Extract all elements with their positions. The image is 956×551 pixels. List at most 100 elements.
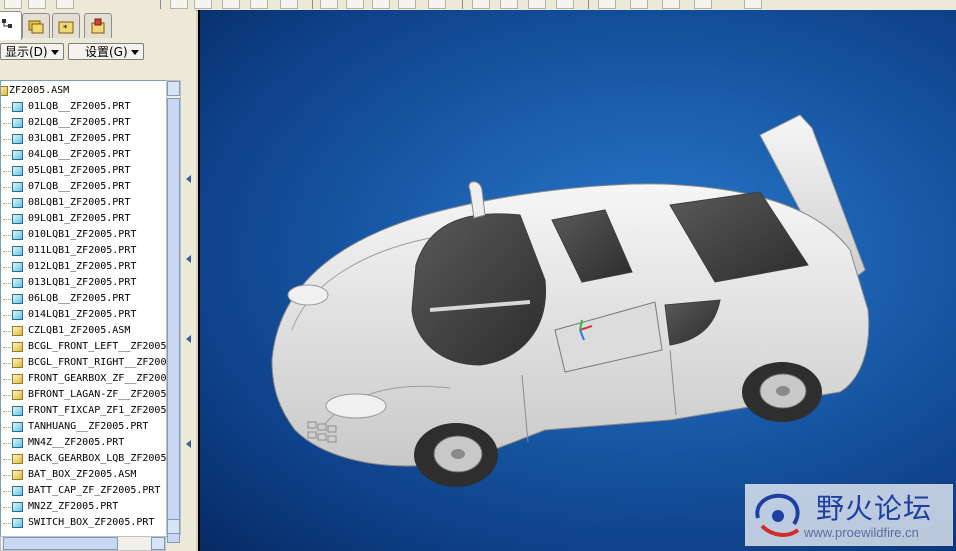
scroll-down-button[interactable] — [167, 519, 180, 534]
toolbar-button[interactable] — [4, 0, 22, 9]
tree-connector — [3, 459, 11, 460]
toolbar-button[interactable] — [250, 0, 268, 9]
tree-connector — [3, 331, 11, 332]
model-tree-icon — [2, 19, 12, 28]
tree-connector — [3, 395, 11, 396]
tree-item-label: SWITCH_BOX_ZF2005.PRT — [28, 517, 155, 528]
tree-item-label: 013LQB1_ZF2005.PRT — [28, 277, 137, 288]
part-icon — [12, 246, 23, 256]
part-icon — [12, 294, 23, 304]
assembly-icon — [12, 454, 23, 464]
toolbar-button[interactable] — [630, 0, 648, 9]
toolbar-button[interactable] — [222, 0, 240, 9]
tree-item-label: BATT_CAP_ZF_ZF2005.PRT — [28, 485, 161, 496]
forum-watermark: 野火论坛 www.proewildfire.cn — [745, 484, 953, 546]
toolbar-button[interactable] — [398, 0, 416, 9]
tree-connector — [3, 219, 11, 220]
part-icon — [12, 230, 23, 240]
forum-logo-icon — [755, 493, 800, 537]
tree-item-label: FRONT_GEARBOX_ZF__ZF200 — [28, 373, 167, 384]
chevron-left-icon — [186, 335, 191, 343]
settings-menu-button[interactable]: 设置(G) — [68, 43, 144, 60]
part-icon — [12, 198, 23, 208]
assembly-icon — [12, 470, 23, 480]
tree-connector — [3, 123, 11, 124]
part-icon — [12, 134, 23, 144]
toolbar-button[interactable] — [694, 0, 712, 9]
toolbar-button[interactable] — [28, 0, 46, 9]
toolbar-separator — [312, 0, 313, 9]
tree-item-label: BFRONT_LAGAN-ZF__ZF2005 — [28, 389, 167, 400]
tree-item-label: MN4Z__ZF2005.PRT — [28, 437, 125, 448]
tree-connector — [3, 443, 11, 444]
assembly-icon — [12, 326, 23, 336]
scroll-thumb[interactable] — [3, 537, 118, 550]
tree-connector — [3, 203, 11, 204]
toolbar-button[interactable] — [428, 0, 446, 9]
toolbar-button[interactable] — [598, 0, 616, 9]
toolbar-button[interactable] — [346, 0, 364, 9]
watermark-url: www.proewildfire.cn — [804, 525, 919, 540]
tab-favorites[interactable]: * — [52, 13, 80, 38]
connections-icon — [91, 18, 105, 34]
scroll-thumb[interactable] — [167, 98, 180, 543]
toolbar-button[interactable] — [372, 0, 390, 9]
part-icon — [12, 310, 23, 320]
tree-connector — [3, 363, 11, 364]
tree-horizontal-scrollbar[interactable] — [0, 536, 166, 551]
tree-connector — [3, 491, 11, 492]
toolbar-button[interactable] — [500, 0, 518, 9]
chevron-left-icon — [186, 175, 191, 183]
part-icon — [12, 422, 23, 432]
assembly-icon — [12, 342, 23, 352]
tree-item-label: 04LQB__ZF2005.PRT — [28, 149, 131, 160]
tree-connector — [3, 411, 11, 412]
toolbar-button[interactable] — [662, 0, 680, 9]
part-icon — [12, 278, 23, 288]
chevron-left-icon — [186, 440, 191, 448]
tab-model-tree[interactable] — [0, 11, 22, 40]
toolbar-button[interactable] — [280, 0, 298, 9]
toolbar-button[interactable] — [56, 0, 74, 9]
scroll-right-button[interactable] — [151, 537, 165, 550]
display-menu-button[interactable]: 显示(D) — [0, 43, 64, 60]
graphics-viewport[interactable] — [198, 10, 956, 551]
car-model[interactable] — [200, 10, 956, 551]
display-menu-label: 显示(D) — [5, 45, 48, 59]
toolbar-button[interactable] — [170, 0, 188, 9]
toolbar-button[interactable] — [472, 0, 490, 9]
part-icon — [12, 150, 23, 160]
part-icon — [12, 406, 23, 416]
part-icon — [12, 182, 23, 192]
toolbar-button[interactable] — [320, 0, 338, 9]
part-icon — [12, 502, 23, 512]
tree-item-label: 03LQB1_ZF2005.PRT — [28, 133, 131, 144]
tree-item-label: 09LQB1_ZF2005.PRT — [28, 213, 131, 224]
tree-item-label: 07LQB__ZF2005.PRT — [28, 181, 131, 192]
scroll-up-button[interactable] — [167, 81, 180, 96]
tree-vertical-scrollbar[interactable] — [166, 80, 181, 543]
tree-item-label: 06LQB__ZF2005.PRT — [28, 293, 131, 304]
part-icon — [12, 166, 23, 176]
toolbar-button[interactable] — [194, 0, 212, 9]
toolbar-separator — [462, 0, 463, 9]
panel-sash[interactable] — [183, 80, 195, 550]
tree-item-label: 011LQB1_ZF2005.PRT — [28, 245, 137, 256]
watermark-title: 野火论坛 — [816, 492, 933, 525]
model-tree: ZF2005.ASM 01LQB__ZF2005.PRT 02LQB__ZF200… — [0, 80, 168, 537]
svg-text:*: * — [63, 24, 68, 34]
toolbar-button[interactable] — [528, 0, 546, 9]
tree-connector — [3, 475, 11, 476]
part-icon — [12, 518, 23, 528]
tab-folder-browser[interactable] — [22, 13, 50, 38]
tree-item-label: MN2Z_ZF2005.PRT — [28, 501, 119, 512]
assembly-icon — [12, 374, 23, 384]
toolbar-separator — [160, 0, 161, 9]
toolbar-button[interactable] — [556, 0, 574, 9]
assembly-icon — [12, 390, 23, 400]
toolbar-button[interactable] — [744, 0, 762, 9]
tab-connections[interactable] — [84, 13, 112, 38]
tree-connector — [3, 235, 11, 236]
tree-connector — [3, 299, 11, 300]
part-icon — [12, 262, 23, 272]
